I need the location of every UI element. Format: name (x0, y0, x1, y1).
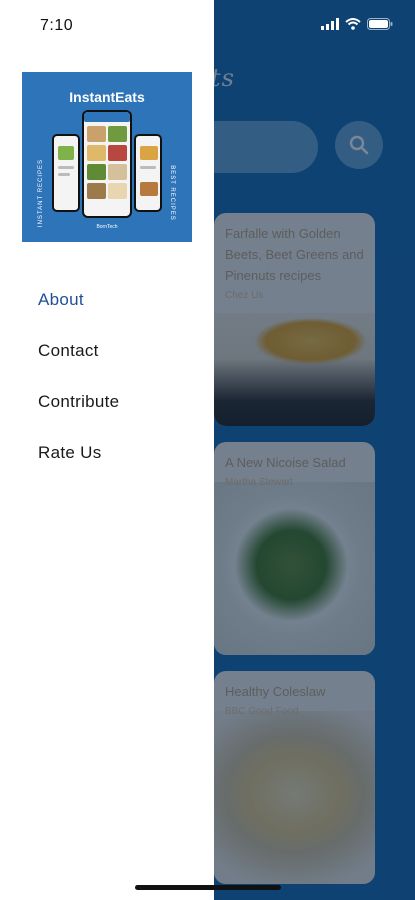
status-time: 7:10 (40, 17, 74, 34)
recipe-source: Chez Us (225, 290, 264, 301)
wifi-icon (345, 18, 361, 30)
drawer-menu: About Contact Contribute Rate Us (38, 288, 119, 492)
recipe-title: Farfalle with Golden Beets, Beet Greens … (225, 226, 364, 283)
status-icons (321, 18, 393, 30)
promo-side-text-left: INSTANT RECIPES (38, 158, 44, 228)
promo-side-text-right: BEST RECIPES (169, 165, 175, 221)
phone-mockup-center (82, 110, 132, 218)
recipe-title: Healthy Coleslaw (225, 684, 326, 699)
phone-mockup-right (134, 134, 162, 212)
menu-item-contribute[interactable]: Contribute (38, 390, 119, 441)
battery-icon (367, 18, 393, 30)
home-indicator[interactable] (135, 885, 281, 890)
promo-brand: BornTech (96, 224, 118, 230)
signal-icon (321, 18, 339, 30)
menu-item-rate-us[interactable]: Rate Us (38, 441, 119, 492)
promo-banner: InstantEats INSTANT RECIPES BEST RECIPES… (22, 72, 192, 242)
recipe-source: BBC Good Food (225, 706, 299, 717)
promo-title: InstantEats (69, 89, 145, 105)
side-drawer: InstantEats INSTANT RECIPES BEST RECIPES… (0, 0, 214, 900)
menu-item-about[interactable]: About (38, 288, 119, 339)
phone-mockup-left (52, 134, 80, 212)
recipe-title: A New Nicoise Salad (225, 455, 346, 470)
recipe-source: Martha Stewart (225, 477, 293, 488)
menu-item-contact[interactable]: Contact (38, 339, 119, 390)
